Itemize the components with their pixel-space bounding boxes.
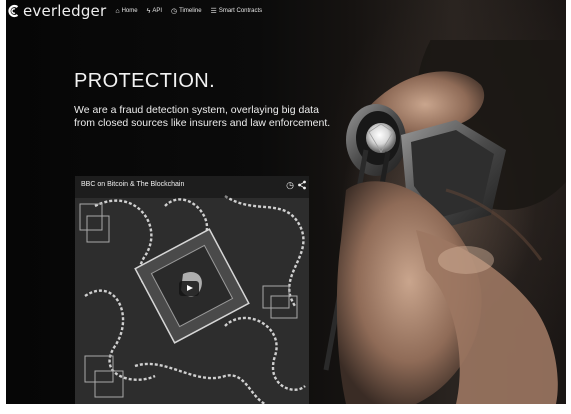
hero-photo-hand-loupe [323, 40, 566, 404]
watch-later-icon[interactable]: ◷ [285, 180, 295, 190]
hero-title: PROTECTION. [74, 70, 216, 92]
play-icon[interactable] [179, 281, 199, 296]
nav-item-label: Home [121, 8, 138, 14]
nav-item-api[interactable]: ϟ API [147, 8, 162, 15]
nav-item-timeline[interactable]: ◷ Timeline [171, 8, 202, 15]
brand-name: everledger [23, 2, 107, 20]
hero-description: We are a fraud detection system, overlay… [74, 104, 331, 129]
home-icon: ⌂ [115, 7, 120, 15]
nav-item-smart-contracts[interactable]: ☰ Smart Contracts [211, 8, 263, 15]
brand-logo[interactable]: everledger [8, 2, 106, 20]
page-frame: everledger ⌂ Home ϟ API ◷ Timeline ☰ Sma… [6, 0, 566, 404]
nav-item-label: Smart Contracts [218, 8, 263, 14]
nav-item-home[interactable]: ⌂ Home [115, 8, 137, 15]
nav-item-label: API [152, 8, 162, 14]
video-embed[interactable]: BBC on Bitcoin & The Blockchain ◷ [75, 176, 309, 404]
everledger-logo-icon [8, 4, 19, 18]
clock-icon: ◷ [170, 7, 178, 15]
video-title[interactable]: BBC on Bitcoin & The Blockchain [81, 181, 184, 188]
bolt-icon: ϟ [146, 7, 151, 15]
top-navbar: everledger ⌂ Home ϟ API ◷ Timeline ☰ Sma… [6, 0, 566, 22]
share-icon[interactable] [297, 180, 307, 190]
contract-icon: ☰ [210, 7, 217, 15]
nav-item-label: Timeline [179, 8, 202, 14]
